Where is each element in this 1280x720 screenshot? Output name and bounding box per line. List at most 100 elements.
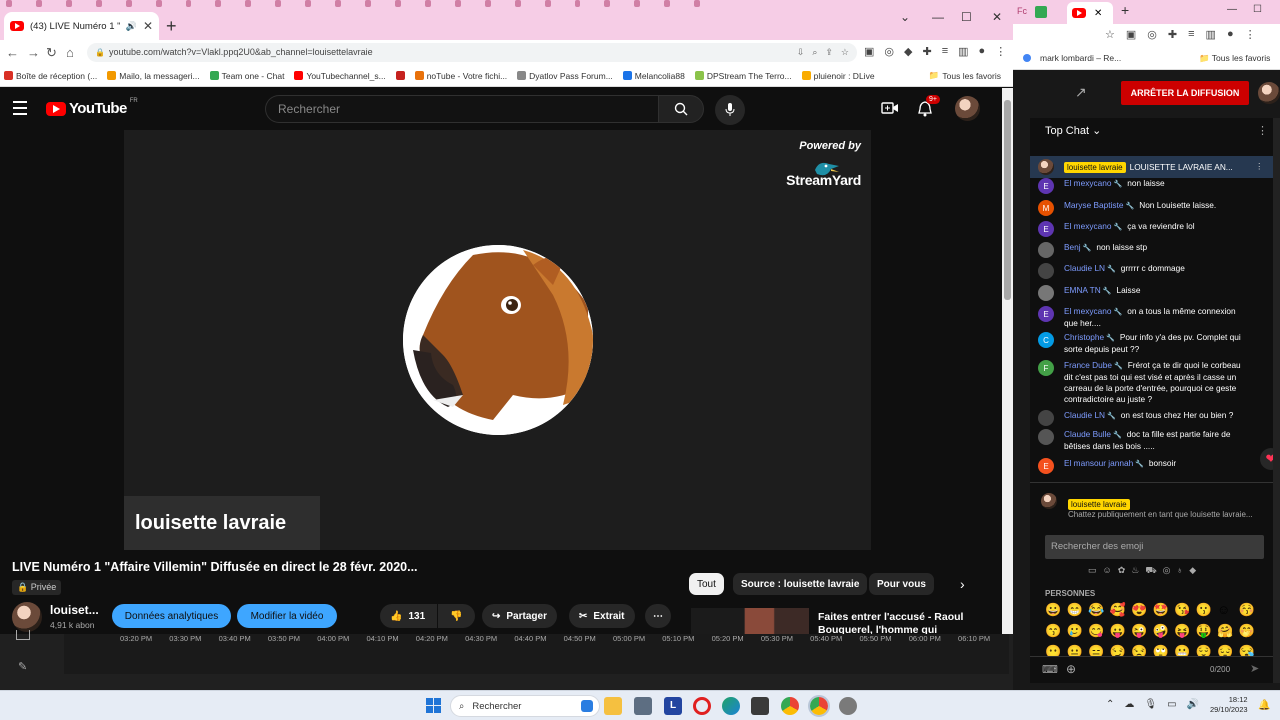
- chat-author[interactable]: Benj: [1064, 242, 1081, 252]
- chat-author[interactable]: Christophe: [1064, 332, 1104, 342]
- bookmark-item[interactable]: Mailo, la messageri...: [107, 71, 200, 81]
- chat-message[interactable]: EMNA TN 🔧 Laisse: [1030, 285, 1273, 301]
- chips-next-icon[interactable]: ›: [960, 576, 965, 592]
- volume-icon[interactable]: 🔊: [1187, 699, 1199, 710]
- composer-hint[interactable]: Chattez publiquement en tant que louiset…: [1068, 509, 1258, 520]
- stop-stream-button[interactable]: ARRÊTER LA DIFFUSION: [1121, 81, 1249, 105]
- analytics-button[interactable]: Données analytiques: [112, 604, 231, 628]
- video-player[interactable]: Powered by StreamYard louisette lavraie: [124, 130, 871, 550]
- notifications-icon[interactable]: 🔔: [1258, 700, 1270, 711]
- voice-search-button[interactable]: [715, 95, 745, 125]
- bookmark-item[interactable]: Boîte de réception (...: [4, 71, 97, 81]
- profile-icon[interactable]: ●: [979, 45, 986, 58]
- file-explorer-icon[interactable]: [604, 697, 622, 715]
- search-button[interactable]: [658, 95, 704, 123]
- emoji-button[interactable]: 😋: [1088, 622, 1110, 640]
- extension-icon-2[interactable]: ◎: [1147, 28, 1157, 41]
- chrome-profile-icon[interactable]: [839, 697, 857, 715]
- emoji-cat-smiley-icon[interactable]: ☺: [1103, 565, 1112, 577]
- close-tab-icon[interactable]: ✕: [1094, 8, 1102, 19]
- pinned-message[interactable]: louisette lavraie LOUISETTE LAVRAIE AN..…: [1030, 156, 1273, 178]
- maximize-button[interactable]: ☐: [1253, 4, 1262, 15]
- channel-avatar[interactable]: [12, 602, 42, 632]
- clock[interactable]: 18:12 29/10/2023: [1210, 695, 1248, 715]
- emoji-button[interactable]: 😀: [1045, 601, 1067, 619]
- chat-author[interactable]: Claudie LN: [1064, 263, 1105, 273]
- bookmark-item[interactable]: Team one - Chat: [209, 71, 284, 81]
- chrome-icon[interactable]: [781, 697, 799, 715]
- emoji-button[interactable]: ☺: [1217, 601, 1239, 619]
- emoji-button[interactable]: 😚: [1239, 601, 1261, 619]
- sidepanel-icon[interactable]: ▥: [958, 45, 968, 58]
- page-scrollbar[interactable]: [1002, 88, 1013, 634]
- back-icon[interactable]: ←: [6, 45, 19, 60]
- emoji-cat-symbols-icon[interactable]: ◆: [1189, 565, 1196, 577]
- taskbar-app-icon[interactable]: [634, 697, 652, 715]
- feedback-icon[interactable]: ✎: [18, 660, 27, 673]
- emoji-cat-activity-icon[interactable]: ◎: [1163, 565, 1171, 577]
- extensions-puzzle-icon[interactable]: ✚: [1168, 28, 1177, 41]
- hamburger-menu-icon[interactable]: [13, 101, 27, 119]
- send-icon[interactable]: ➤: [1250, 662, 1259, 675]
- emoji-search-input[interactable]: Rechercher des emoji: [1045, 535, 1264, 559]
- home-icon[interactable]: ⌂: [66, 45, 74, 60]
- chat-author[interactable]: El mexycano: [1064, 306, 1112, 316]
- chat-message[interactable]: Claudie LN 🔧 on est tous chez Her ou bien …: [1030, 410, 1273, 426]
- chat-message[interactable]: C Christophe 🔧 Pour info y'a des pv. Comple…: [1030, 332, 1273, 355]
- tab-search-icon[interactable]: ⌄: [900, 10, 910, 24]
- emoji-button[interactable]: 🤪: [1153, 622, 1175, 640]
- speaker-icon[interactable]: 🔊: [126, 21, 137, 32]
- emoji-button[interactable]: 🥰: [1110, 601, 1132, 619]
- dislike-button[interactable]: 👎: [438, 604, 475, 628]
- bookmark-item[interactable]: mark lombardi – Re...: [1040, 53, 1121, 63]
- clip-button[interactable]: ✂ Extrait: [569, 604, 635, 628]
- emoji-button[interactable]: 🥲: [1067, 622, 1089, 640]
- minimize-button[interactable]: —: [932, 10, 944, 24]
- all-bookmarks[interactable]: 📁 Tous les favoris: [929, 70, 1001, 81]
- emoji-button[interactable]: 😁: [1067, 601, 1089, 619]
- chat-author[interactable]: El mexycano: [1064, 221, 1112, 231]
- lock-icon[interactable]: 🔒: [95, 43, 105, 62]
- chat-author[interactable]: El mexycano: [1064, 178, 1112, 188]
- bookmark-item[interactable]: noTube - Votre fichi...: [414, 71, 507, 81]
- playlist-icon[interactable]: ≡: [1188, 28, 1194, 41]
- playlist-icon[interactable]: ≡: [942, 45, 948, 58]
- menu-dots-icon[interactable]: ⋮: [995, 45, 1006, 58]
- emoji-button[interactable]: 😍: [1131, 601, 1153, 619]
- search-input[interactable]: Rechercher: [265, 95, 658, 123]
- create-video-icon[interactable]: [881, 101, 899, 115]
- extension-icon-2[interactable]: ◎: [884, 45, 894, 58]
- reload-icon[interactable]: ↻: [46, 45, 57, 61]
- right-active-tab[interactable]: ✕: [1067, 2, 1113, 24]
- recommended-thumbnail[interactable]: [691, 608, 809, 634]
- share-icon[interactable]: ⇪: [825, 43, 833, 62]
- zoom-icon[interactable]: ⌕: [812, 43, 817, 62]
- start-windows-icon[interactable]: [426, 698, 441, 713]
- channel-name[interactable]: louiset...: [50, 603, 99, 617]
- extension-icon-3[interactable]: ◆: [904, 45, 912, 58]
- chat-message[interactable]: Benj 🔧 non laisse stp: [1030, 242, 1273, 258]
- bookmark-star-icon[interactable]: ☆: [1105, 28, 1115, 41]
- emoji-button[interactable]: 😘: [1174, 601, 1196, 619]
- extension-icon-1[interactable]: ▣: [864, 45, 874, 58]
- taskbar-search[interactable]: ⌕ Rechercher: [450, 695, 600, 717]
- youtube-logo[interactable]: YouTube FR: [46, 98, 138, 117]
- tab-youtube-live[interactable]: (43) LIVE Numéro 1 "Affaire 🔊 ✕: [4, 12, 159, 40]
- share-button[interactable]: ↪ Partager: [482, 604, 557, 628]
- chat-scrollbar[interactable]: [1273, 118, 1280, 683]
- bookmark-item[interactable]: [395, 71, 405, 80]
- edit-video-button[interactable]: Modifier la vidéo: [237, 604, 337, 628]
- bookmark-item[interactable]: DPStream The Terro...: [694, 71, 792, 81]
- bookmark-star-icon[interactable]: ☆: [841, 43, 849, 62]
- onedrive-icon[interactable]: ☁: [1124, 699, 1134, 710]
- all-bookmarks[interactable]: 📁 Tous les favoris: [1199, 53, 1270, 64]
- emoji-button[interactable]: 😛: [1110, 622, 1132, 640]
- emoji-button[interactable]: 🤑: [1196, 622, 1218, 640]
- maximize-button[interactable]: ☐: [961, 10, 972, 24]
- tray-chevron-icon[interactable]: ⌃: [1106, 699, 1114, 710]
- chrome-active-icon[interactable]: [808, 695, 830, 717]
- recommended-title[interactable]: Faites entrer l'accusé - Raoul Bouquerel…: [818, 611, 968, 634]
- add-icon[interactable]: ⊕: [1066, 662, 1076, 676]
- emoji-button[interactable]: 🤩: [1153, 601, 1175, 619]
- emoji-cat-travel-icon[interactable]: ⛟: [1145, 565, 1156, 577]
